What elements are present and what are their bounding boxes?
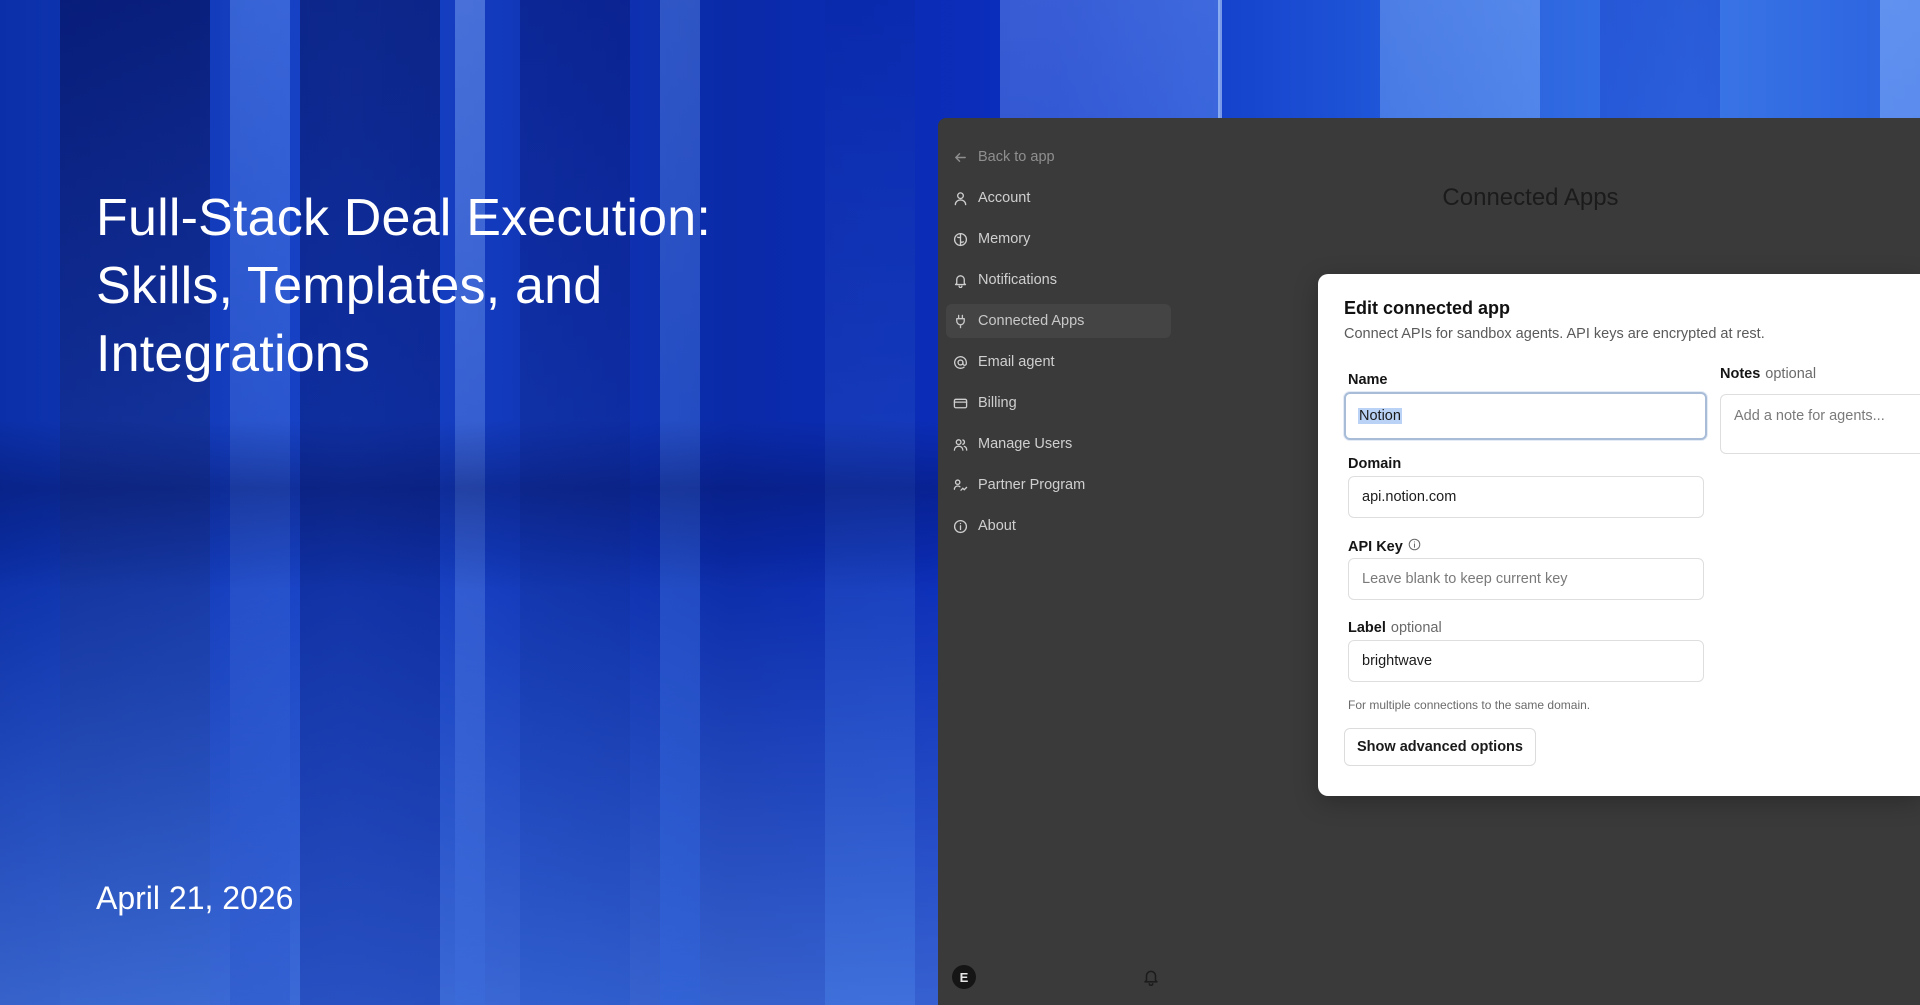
- dialog-subtitle: Connect APIs for sandbox agents. API key…: [1344, 326, 1765, 342]
- sidebar-item-label: Billing: [978, 395, 1017, 411]
- api-key-label: API Key: [1348, 538, 1421, 555]
- handshake-icon: [952, 477, 968, 493]
- sidebar-item-memory[interactable]: Memory: [952, 222, 1164, 256]
- slide-title: Full-Stack Deal Execution: Skills, Templ…: [96, 189, 712, 383]
- name-label: Name: [1348, 372, 1388, 388]
- app-window: Back to app Account Memory Notifications: [938, 118, 1920, 1005]
- sidebar-item-label: About: [978, 518, 1016, 534]
- sidebar-item-label: Memory: [978, 231, 1031, 247]
- plug-icon: [952, 313, 968, 329]
- arrow-left-icon: [952, 149, 968, 165]
- optional-tag: optional: [1390, 620, 1442, 636]
- sidebar-item-label: Account: [978, 190, 1031, 206]
- slide-date: April 21, 2026: [96, 880, 294, 916]
- domain-input[interactable]: api.notion.com: [1348, 476, 1704, 518]
- name-label-text: Name: [1348, 372, 1388, 388]
- optional-tag: optional: [1765, 366, 1817, 382]
- sidebar-item-label: Email agent: [978, 354, 1055, 370]
- bell-icon: [952, 272, 968, 288]
- brain-icon: [952, 231, 968, 247]
- background-band: [0, 420, 940, 590]
- edit-connected-app-dialog: Edit connected app Connect APIs for sand…: [1318, 274, 1920, 796]
- user-icon: [952, 190, 968, 206]
- sidebar-item-connected-apps[interactable]: Connected Apps: [946, 304, 1171, 338]
- show-advanced-options-button[interactable]: Show advanced options: [1344, 728, 1536, 766]
- users-icon: [952, 436, 968, 452]
- name-input-value: Notion: [1358, 408, 1402, 424]
- sidebar-item-label: Connected Apps: [978, 313, 1085, 329]
- sidebar-item-email-agent[interactable]: Email agent: [952, 345, 1164, 379]
- sidebar-item-notifications[interactable]: Notifications: [952, 263, 1164, 297]
- label-field-label-text: Label: [1348, 620, 1386, 636]
- sidebar-item-label: Manage Users: [978, 436, 1073, 452]
- sidebar-item-partner-program[interactable]: Partner Program: [952, 468, 1164, 502]
- sidebar-item-label: Partner Program: [978, 477, 1086, 493]
- notes-placeholder: Add a note for agents...: [1734, 408, 1885, 424]
- info-icon: [952, 518, 968, 534]
- label-input[interactable]: brightwave: [1348, 640, 1704, 682]
- notes-label: Notes optional: [1720, 366, 1816, 382]
- sidebar-footer: E: [952, 963, 1158, 993]
- avatar[interactable]: E: [952, 965, 976, 989]
- sidebar-item-manage-users[interactable]: Manage Users: [952, 427, 1164, 461]
- name-input[interactable]: Notion: [1344, 392, 1707, 440]
- page-title: Connected Apps: [1442, 184, 1619, 211]
- domain-input-value: api.notion.com: [1362, 489, 1457, 505]
- notifications-bell-icon[interactable]: [1142, 968, 1160, 987]
- domain-label: Domain: [1348, 456, 1401, 472]
- api-key-label-text: API Key: [1348, 538, 1403, 555]
- credit-card-icon: [952, 395, 968, 411]
- notes-textarea[interactable]: Add a note for agents...: [1720, 394, 1920, 454]
- settings-sidebar: Back to app Account Memory Notifications: [938, 118, 1171, 1005]
- notes-label-text: Notes: [1720, 366, 1761, 382]
- sidebar-item-account[interactable]: Account: [952, 181, 1164, 215]
- sidebar-item-about[interactable]: About: [952, 509, 1164, 543]
- sidebar-item-billing[interactable]: Billing: [952, 386, 1164, 420]
- label-input-value: brightwave: [1362, 653, 1433, 669]
- domain-label-text: Domain: [1348, 456, 1402, 472]
- label-hint: For multiple connections to the same dom…: [1348, 698, 1591, 712]
- api-key-input[interactable]: Leave blank to keep current key: [1348, 558, 1704, 600]
- at-sign-icon: [952, 354, 968, 370]
- api-key-placeholder: Leave blank to keep current key: [1362, 571, 1568, 587]
- back-to-app-label: Back to app: [978, 149, 1055, 165]
- sidebar-item-label: Notifications: [978, 272, 1057, 288]
- info-icon[interactable]: [1408, 538, 1421, 555]
- back-to-app-link[interactable]: Back to app: [952, 140, 1164, 174]
- label-field-label: Label optional: [1348, 620, 1442, 636]
- dialog-title: Edit connected app: [1344, 298, 1511, 318]
